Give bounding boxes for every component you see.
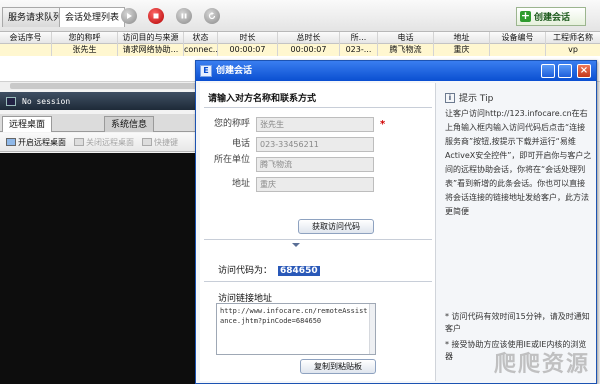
cell-company-short: 023-... <box>340 44 378 56</box>
stop-icon <box>153 13 159 19</box>
link-scrollbar[interactable] <box>369 304 375 354</box>
session-status-text: No session <box>22 96 71 106</box>
create-session-button[interactable]: + 创建会话 <box>516 7 586 26</box>
refresh-icon <box>208 12 216 20</box>
close-remote-label: 关闭远程桌面 <box>86 137 134 147</box>
remote-subtabs: 远程桌面 系统信息 <box>0 114 207 132</box>
access-code-value: 684650 <box>278 266 320 276</box>
col-total-duration[interactable]: 总时长 <box>278 32 340 44</box>
remote-desktop-view[interactable] <box>0 153 207 384</box>
tip-text: 让客户访问http://123.infocare.cn在右上角输入框内输入访问代… <box>445 109 592 216</box>
watermark-logo: 爬爬资源 <box>493 352 590 377</box>
cell-device-id <box>490 44 546 56</box>
open-remote-label: 开启远程桌面 <box>18 137 66 147</box>
cell-duration: 00:00:07 <box>218 44 278 56</box>
address-label: 地址 <box>231 179 250 189</box>
link-text: http://www.infocare.cn/remoteAssistance.… <box>220 307 368 325</box>
tab-session-list[interactable]: 会话处理列表 <box>59 7 126 27</box>
close-remote-desktop-button[interactable]: 关闭远程桌面 <box>74 137 134 148</box>
close-icon: × <box>579 65 589 76</box>
monitor-icon <box>6 96 16 106</box>
tip-pane: i 提示 Tip 让客户访问http://123.infocare.cn在右上角… <box>437 83 595 381</box>
keyboard-icon <box>142 138 152 146</box>
close-button[interactable]: × <box>577 64 591 78</box>
cell-purpose: 请求网络协助... <box>118 44 184 56</box>
desktop-off-icon <box>74 138 84 146</box>
tab-remote-desktop[interactable]: 远程桌面 <box>2 116 53 132</box>
col-status[interactable]: 状态 <box>184 32 218 44</box>
tab-system-info[interactable]: 系统信息 <box>104 116 155 132</box>
plus-icon: + <box>520 9 531 22</box>
company-label: 所在单位 <box>213 155 250 165</box>
contact-form-pane: 请输入对方名称和联系方式 您的称呼 张先生 * 电话 023-33456211 … <box>200 83 436 381</box>
tip-header: i 提示 Tip <box>445 91 493 104</box>
col-name[interactable]: 您的称呼 <box>52 32 118 44</box>
play-button[interactable] <box>121 8 137 24</box>
form-heading: 请输入对方名称和联系方式 <box>208 94 317 104</box>
copy-to-clipboard-button[interactable]: 复制到粘贴板 <box>300 359 376 374</box>
open-remote-desktop-button[interactable]: 开启远程桌面 <box>6 137 66 148</box>
shortcut-keys-button[interactable]: 快捷键 <box>142 137 178 148</box>
cell-total-duration: 00:00:07 <box>278 44 340 56</box>
col-session-id[interactable]: 会话序号 <box>0 32 52 44</box>
dialog-title: 创建会话 <box>216 66 253 76</box>
maximize-button[interactable] <box>558 64 572 78</box>
desktop-icon <box>6 138 16 146</box>
name-label: 您的称呼 <box>213 119 250 129</box>
tip-title: 提示 Tip <box>459 94 494 104</box>
session-status-bar: No session <box>0 92 207 110</box>
top-toolbar: 服务请求队列 会话处理列表 + 创建会话 <box>0 0 600 32</box>
divider <box>204 107 432 108</box>
name-field[interactable]: 张先生 <box>256 117 374 132</box>
remote-toolbar: 开启远程桌面 关闭远程桌面 快捷键 <box>0 133 207 152</box>
divider <box>204 281 432 282</box>
pause-button[interactable] <box>176 8 192 24</box>
create-session-dialog: E 创建会话 × 请输入对方名称和联系方式 您的称呼 张先生 * 电话 023-… <box>195 60 597 384</box>
cell-engineer: vp <box>568 45 578 54</box>
required-marker: * <box>380 119 386 130</box>
refresh-button[interactable] <box>204 8 220 24</box>
access-code-label: 访问代码为： <box>218 266 273 276</box>
cell-phone: 腾飞物流 <box>378 44 434 56</box>
dialog-titlebar[interactable]: E 创建会话 × <box>196 61 596 81</box>
divider <box>204 239 432 240</box>
col-device-id[interactable]: 设备编号 <box>490 32 546 44</box>
expand-arrow-icon[interactable] <box>292 243 300 247</box>
help-button[interactable] <box>541 64 555 78</box>
address-field[interactable]: 重庆 <box>256 177 374 192</box>
col-address[interactable]: 地址 <box>434 32 490 44</box>
info-icon: i <box>445 92 455 103</box>
col-duration[interactable]: 时长 <box>218 32 278 44</box>
cell-session-id <box>0 44 52 56</box>
cell-status: connec... <box>184 44 218 56</box>
play-icon <box>127 13 132 19</box>
pause-icon <box>181 13 187 19</box>
phone-label: 电话 <box>231 139 250 149</box>
cell-address: 重庆 <box>434 44 490 56</box>
stop-button[interactable] <box>148 8 164 24</box>
phone-field[interactable]: 023-33456211 <box>256 137 374 152</box>
table-header: 会话序号 您的称呼 访问目的与来源 状态 时长 总时长 所... 电话 地址 设… <box>0 32 600 44</box>
cell-name: 张先生 <box>52 44 118 56</box>
tip-note-expiry: * 访问代码有效时间15分钟，请及时通知客户 <box>445 312 590 333</box>
col-phone[interactable]: 电话 <box>378 32 434 44</box>
col-purpose[interactable]: 访问目的与来源 <box>118 32 184 44</box>
create-session-label: 创建会话 <box>534 13 571 23</box>
app-logo-icon: E <box>200 65 212 77</box>
shortcut-label: 快捷键 <box>154 137 178 147</box>
col-engineer[interactable]: 工程师名称 <box>546 32 600 44</box>
table-row[interactable]: 张先生 请求网络协助... connec... 00:00:07 00:00:0… <box>0 44 600 56</box>
col-company-short[interactable]: 所... <box>340 32 378 44</box>
access-code-line: 访问代码为： 684650 <box>218 263 320 276</box>
link-textarea[interactable]: http://www.infocare.cn/remoteAssistance.… <box>216 303 376 355</box>
company-field[interactable]: 腾飞物流 <box>256 157 374 172</box>
get-access-code-button[interactable]: 获取访问代码 <box>298 219 374 234</box>
